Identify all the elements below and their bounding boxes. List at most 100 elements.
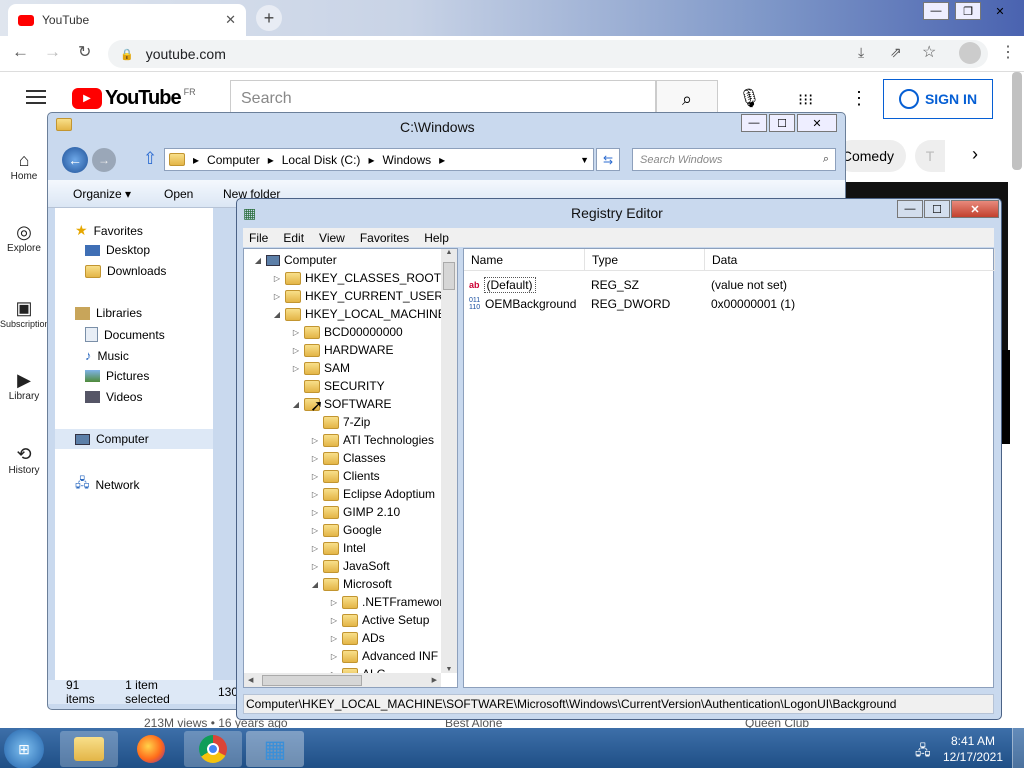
- nav-documents[interactable]: Documents: [85, 327, 165, 342]
- menu-view[interactable]: View: [319, 231, 345, 245]
- expander-icon[interactable]: ▷: [311, 562, 319, 571]
- column-header-data[interactable]: Data: [705, 249, 995, 271]
- regedit-close-icon[interactable]: ✕: [951, 200, 999, 218]
- share-icon[interactable]: ⇗: [890, 44, 902, 61]
- tree-node[interactable]: ◢ SOFTWARE: [292, 395, 392, 413]
- scroll-right-icon[interactable]: ▶: [432, 676, 437, 684]
- address-bar[interactable]: 🔒 youtube.com: [108, 40, 988, 68]
- chrome-menu-icon[interactable]: ⋮: [1000, 42, 1016, 62]
- tree-node[interactable]: ▷ Google: [311, 521, 382, 539]
- expander-icon[interactable]: ▷: [311, 436, 319, 445]
- sidebar-item-home[interactable]: ⌂ Home: [0, 150, 48, 182]
- expander-icon[interactable]: ▷: [330, 652, 338, 661]
- column-header-type[interactable]: Type: [585, 249, 705, 271]
- explorer-back-icon[interactable]: ←: [62, 147, 88, 173]
- taskbar-explorer[interactable]: [60, 731, 118, 767]
- yt-scrollbar[interactable]: [1012, 72, 1022, 170]
- nav-libraries[interactable]: Libraries: [75, 306, 142, 320]
- tree-node[interactable]: ◢ Microsoft: [311, 575, 392, 593]
- nav-network[interactable]: 🖧 Network: [75, 474, 140, 496]
- chip-comedy[interactable]: Comedy: [836, 140, 906, 172]
- refresh-icon[interactable]: ⇆: [596, 148, 620, 171]
- nav-music[interactable]: ♪ Music: [85, 348, 129, 363]
- tree-node[interactable]: ▷ Intel: [311, 539, 366, 557]
- chip-partial[interactable]: T: [915, 140, 945, 172]
- nav-pictures[interactable]: Pictures: [85, 369, 149, 383]
- regedit-maximize-icon[interactable]: ☐: [924, 200, 950, 218]
- network-tray-icon[interactable]: 🖧: [915, 740, 931, 764]
- reload-icon[interactable]: ↻: [78, 42, 91, 62]
- bookmark-star-icon[interactable]: ☆: [922, 42, 936, 62]
- sidebar-item-explore[interactable]: ◎ Explore: [0, 222, 48, 254]
- expander-icon[interactable]: ▷: [292, 328, 300, 337]
- taskbar-clock[interactable]: 8:41 AM 12/17/2021: [938, 733, 1008, 765]
- nav-favorites[interactable]: ★ Favorites: [75, 222, 143, 239]
- tree-node[interactable]: ▷ Active Setup: [330, 611, 429, 629]
- taskbar-firefox[interactable]: [122, 731, 180, 767]
- expander-icon[interactable]: ▷: [273, 274, 281, 283]
- tree-node[interactable]: ▷ HKEY_CLASSES_ROOT: [273, 269, 441, 287]
- taskbar-chrome[interactable]: [184, 731, 242, 767]
- column-header-name[interactable]: Name: [464, 249, 585, 271]
- youtube-logo[interactable]: ▶ YouTube FR: [72, 87, 196, 110]
- expander-icon[interactable]: ◢: [254, 256, 262, 265]
- tree-node[interactable]: ▷ ADs: [330, 629, 385, 647]
- menu-favorites[interactable]: Favorites: [360, 231, 409, 245]
- organize-button[interactable]: Organize ▾: [73, 187, 131, 201]
- expander-icon[interactable]: ◢: [273, 310, 281, 319]
- expander-icon[interactable]: ▷: [330, 616, 338, 625]
- nav-computer[interactable]: Computer: [55, 429, 213, 449]
- tree-node[interactable]: ▷ Advanced INF: [330, 647, 438, 665]
- expander-icon[interactable]: ▷: [292, 364, 300, 373]
- menu-edit[interactable]: Edit: [283, 231, 304, 245]
- explorer-minimize-icon[interactable]: —: [741, 114, 767, 132]
- tree-node[interactable]: ▷ HARDWARE: [292, 341, 394, 359]
- start-button[interactable]: ⊞: [4, 729, 44, 768]
- explorer-close-icon[interactable]: ✕: [797, 114, 837, 132]
- value-row-oembackground[interactable]: 011 110 OEMBackground: [469, 294, 576, 313]
- breadcrumb-computer[interactable]: Computer: [207, 153, 260, 167]
- microphone-icon[interactable]: 🎙: [738, 88, 761, 109]
- expander-icon[interactable]: ▷: [292, 346, 300, 355]
- menu-file[interactable]: File: [249, 231, 268, 245]
- sidebar-item-subscriptions[interactable]: ▣Subscriptions: [0, 298, 48, 330]
- up-arrow-icon[interactable]: ⇧: [143, 149, 157, 169]
- tree-scroll-thumb[interactable]: [443, 262, 455, 290]
- profile-avatar-icon[interactable]: [959, 42, 981, 64]
- tree-node[interactable]: SECURITY: [292, 377, 385, 395]
- scroll-left-icon[interactable]: ◀: [248, 676, 253, 684]
- tree-horizontal-scrollbar[interactable]: ◀ ▶: [244, 673, 441, 687]
- expander-icon[interactable]: ▷: [311, 472, 319, 481]
- address-dropdown-icon[interactable]: ▼: [580, 155, 589, 165]
- tree-node[interactable]: ▷ GIMP 2.10: [311, 503, 400, 521]
- tree-node[interactable]: ▷ Clients: [311, 467, 380, 485]
- show-desktop-button[interactable]: [1012, 728, 1024, 768]
- breadcrumb-local-disk[interactable]: Local Disk (C:): [282, 153, 361, 167]
- close-tab-icon[interactable]: ✕: [225, 12, 236, 28]
- menu-help[interactable]: Help: [424, 231, 449, 245]
- value-row-default[interactable]: ab (Default): [469, 275, 536, 294]
- tree-node[interactable]: ▷ .NETFramewor: [330, 593, 443, 611]
- nav-downloads[interactable]: Downloads: [85, 264, 166, 278]
- regedit-minimize-icon[interactable]: —: [897, 200, 923, 218]
- restore-icon[interactable]: ❐: [955, 2, 981, 20]
- tree-node[interactable]: ◢ Computer: [254, 251, 337, 269]
- expander-icon[interactable]: ◢: [292, 400, 300, 409]
- apps-grid-icon[interactable]: ⁝⁝⁝: [798, 90, 813, 110]
- nav-desktop[interactable]: Desktop: [85, 243, 150, 257]
- breadcrumb-windows[interactable]: Windows: [382, 153, 431, 167]
- sidebar-item-history[interactable]: ⟲ History: [0, 444, 48, 476]
- tree-node[interactable]: ▷ JavaSoft: [311, 557, 390, 575]
- install-icon[interactable]: ⤓: [858, 44, 864, 61]
- expander-icon[interactable]: ▷: [311, 526, 319, 535]
- explorer-address-bar[interactable]: ▸ Computer ▸ Local Disk (C:) ▸ Windows ▸ ▼: [164, 148, 594, 171]
- tree-node[interactable]: ◢ HKEY_LOCAL_MACHINE: [273, 305, 446, 323]
- hamburger-menu-icon[interactable]: [26, 90, 46, 104]
- tree-hscroll-thumb[interactable]: [262, 675, 362, 686]
- tree-node[interactable]: ▷ Eclipse Adoptium: [311, 485, 435, 503]
- expander-icon[interactable]: ▷: [311, 544, 319, 553]
- sidebar-item-library[interactable]: ▶ Library: [0, 370, 48, 402]
- yt-settings-menu-icon[interactable]: ⋮: [850, 88, 868, 109]
- tree-node[interactable]: ▷ Classes: [311, 449, 386, 467]
- open-button[interactable]: Open: [164, 187, 193, 201]
